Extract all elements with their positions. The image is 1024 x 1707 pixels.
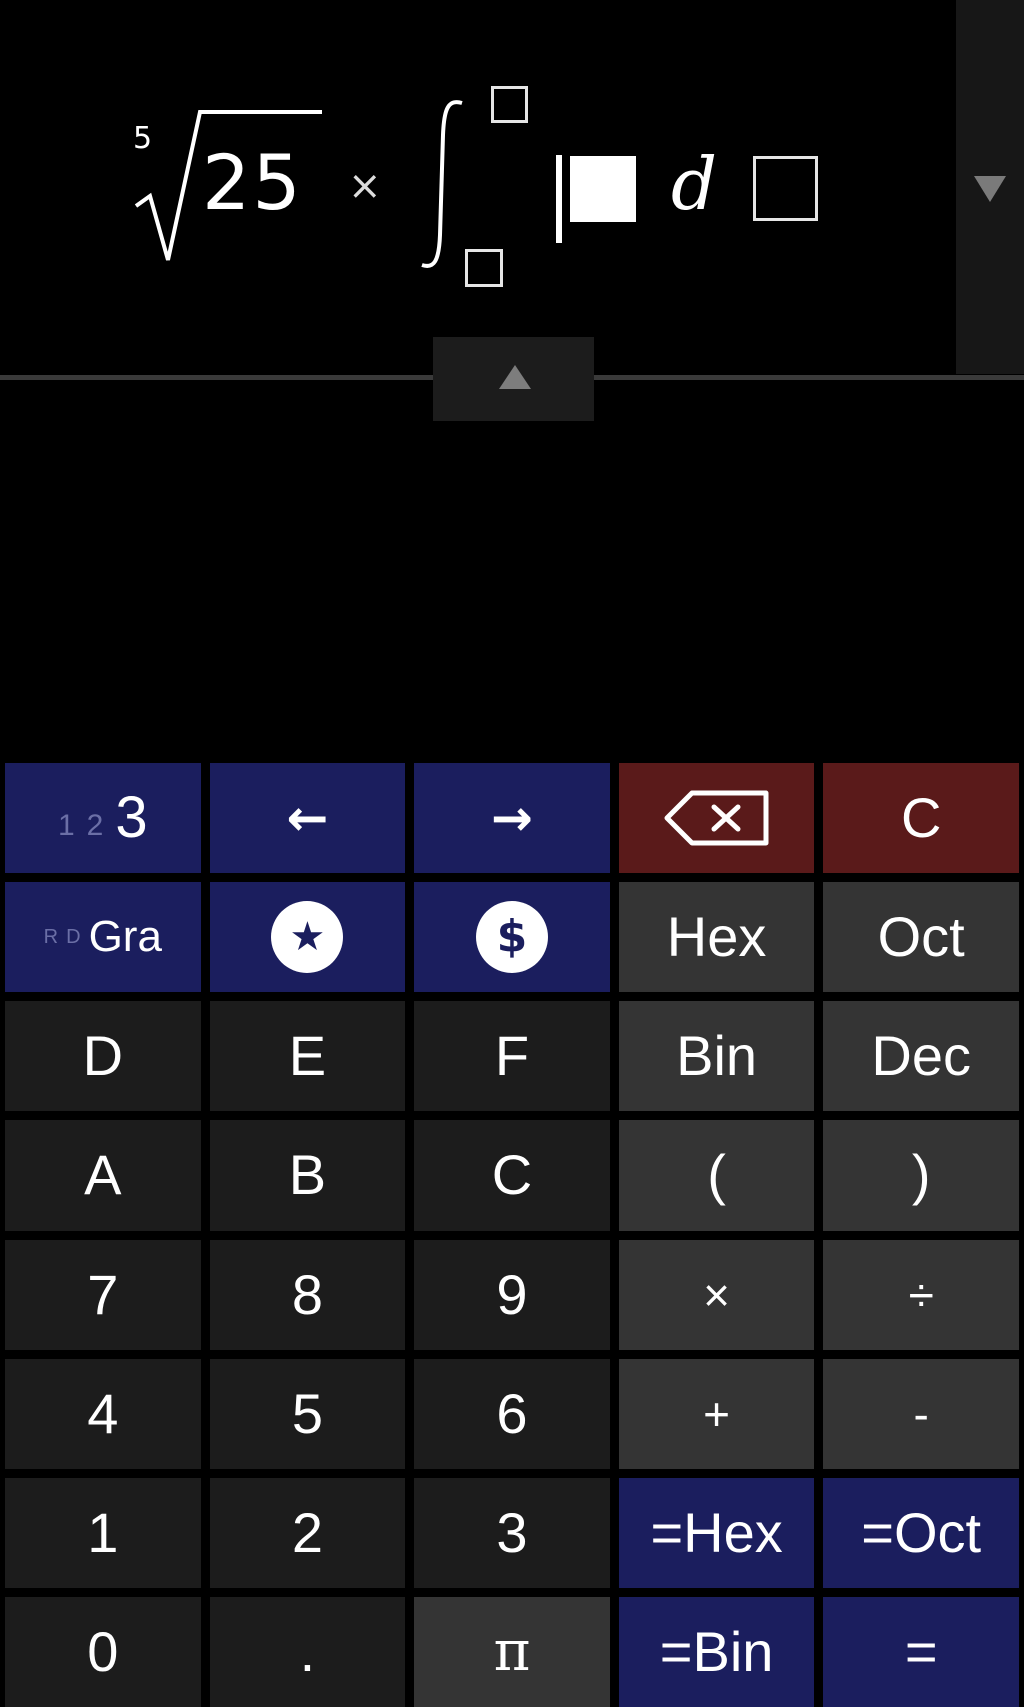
key-3[interactable]: 3 xyxy=(414,1477,610,1588)
key-9[interactable]: 9 xyxy=(414,1239,610,1350)
key-e[interactable]: E xyxy=(209,1001,406,1112)
key-d[interactable]: D xyxy=(5,1001,201,1112)
radicand[interactable]: 25 xyxy=(202,145,303,221)
key-8[interactable]: 8 xyxy=(209,1239,406,1350)
angle-mode-button[interactable]: R D Gra xyxy=(5,882,201,993)
equals-bin-button[interactable]: =Bin xyxy=(618,1596,815,1707)
multiply-button[interactable]: × xyxy=(618,1239,815,1350)
text-cursor xyxy=(556,155,562,243)
bin-mode-button[interactable]: Bin xyxy=(618,1001,815,1112)
key-f[interactable]: F xyxy=(414,1001,610,1112)
backspace-icon xyxy=(664,790,769,846)
hex-mode-button[interactable]: Hex xyxy=(618,882,815,993)
right-arrow-icon: → xyxy=(491,789,533,848)
key-c[interactable]: C xyxy=(414,1120,610,1231)
decimal-point-button[interactable]: . xyxy=(209,1596,406,1707)
star-icon: ★ xyxy=(271,901,344,974)
key-a[interactable]: A xyxy=(5,1120,201,1231)
lower-limit-placeholder[interactable] xyxy=(465,249,503,287)
keypad: 1 2 3 ← → C R D Gra ★ $ Hex Oct D E F Bi… xyxy=(0,758,1024,1707)
key-1[interactable]: 1 xyxy=(5,1477,201,1588)
left-arrow-icon: ← xyxy=(286,789,329,848)
upper-limit-placeholder[interactable] xyxy=(491,86,528,123)
expression-display[interactable]: 5 25 × d xyxy=(0,0,956,374)
key-7[interactable]: 7 xyxy=(5,1239,201,1350)
minus-button[interactable]: - xyxy=(823,1358,1019,1469)
digit-mode-button[interactable]: 1 2 3 xyxy=(5,763,201,874)
equals-hex-button[interactable]: =Hex xyxy=(618,1477,815,1588)
clear-button[interactable]: C xyxy=(823,763,1019,874)
equals-oct-button[interactable]: =Oct xyxy=(823,1477,1019,1588)
dec-mode-button[interactable]: Dec xyxy=(823,1001,1019,1112)
key-4[interactable]: 4 xyxy=(5,1358,201,1469)
plus-button[interactable]: + xyxy=(618,1358,815,1469)
open-paren-button[interactable]: ( xyxy=(618,1120,815,1231)
currency-button[interactable]: $ xyxy=(414,882,610,993)
key-0[interactable]: 0 xyxy=(5,1596,201,1707)
key-b[interactable]: B xyxy=(209,1120,406,1231)
key-6[interactable]: 6 xyxy=(414,1358,610,1469)
history-dropdown-button[interactable] xyxy=(956,0,1024,374)
pi-button[interactable]: π xyxy=(414,1596,610,1707)
variable-placeholder[interactable] xyxy=(753,156,818,221)
cursor-left-button[interactable]: ← xyxy=(209,763,406,874)
equals-button[interactable]: = xyxy=(823,1596,1019,1707)
favorites-button[interactable]: ★ xyxy=(209,882,406,993)
chevron-up-icon xyxy=(499,365,531,389)
dollar-icon: $ xyxy=(475,901,548,974)
times-operator: × xyxy=(348,163,382,209)
oct-mode-button[interactable]: Oct xyxy=(823,882,1019,993)
key-5[interactable]: 5 xyxy=(209,1358,406,1469)
close-paren-button[interactable]: ) xyxy=(823,1120,1019,1231)
differential-d: d xyxy=(671,142,718,226)
key-2[interactable]: 2 xyxy=(209,1477,406,1588)
integral-sign xyxy=(421,100,463,268)
integrand-placeholder-selected[interactable] xyxy=(570,156,636,222)
divide-button[interactable]: ÷ xyxy=(823,1239,1019,1350)
backspace-button[interactable] xyxy=(618,763,815,874)
chevron-down-icon xyxy=(974,176,1006,202)
collapse-display-button[interactable] xyxy=(433,337,594,421)
cursor-right-button[interactable]: → xyxy=(414,763,610,874)
